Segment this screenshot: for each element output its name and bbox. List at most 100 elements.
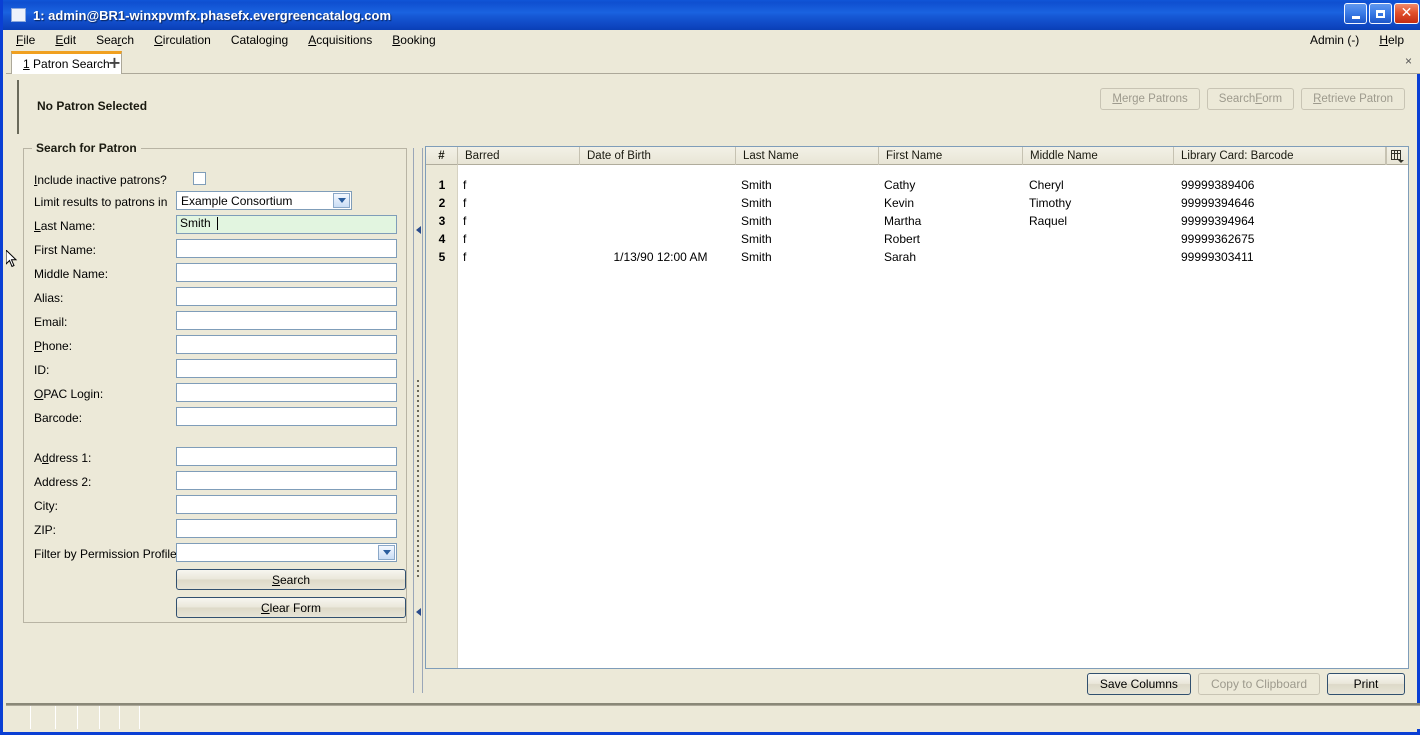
chevron-down-icon xyxy=(378,545,395,560)
zip-input[interactable] xyxy=(176,519,397,538)
menu-circulation[interactable]: Circulation xyxy=(144,31,221,49)
results-list[interactable]: 1 f Smith Cathy Cheryl 99999389406 2 f S… xyxy=(426,165,1408,668)
address-1-input[interactable] xyxy=(176,447,397,466)
limit-results-select[interactable]: Example Consortium xyxy=(176,191,352,210)
label-address-2: Address 2: xyxy=(34,475,92,489)
last-name-input[interactable]: Smith xyxy=(176,215,397,234)
table-row[interactable]: 3 f Smith Martha Raquel 99999394964 xyxy=(426,212,1408,230)
middle-name-input[interactable] xyxy=(176,263,397,282)
menu-cataloging[interactable]: Cataloging xyxy=(221,31,298,49)
search-form-button[interactable]: Search Form xyxy=(1206,88,1295,110)
clear-form-button[interactable]: Clear Form xyxy=(176,597,406,618)
label-opac-login: OPAC Login: xyxy=(34,387,104,401)
splitter-collapse-top-icon[interactable] xyxy=(414,226,422,234)
column-header-barred[interactable]: Barred xyxy=(458,147,580,165)
column-header-num[interactable]: # xyxy=(426,147,458,165)
label-limit-results: Limit results to patrons in xyxy=(34,195,168,209)
retrieve-patron-button[interactable]: Retrieve Patron xyxy=(1301,88,1405,110)
column-header-middle-name[interactable]: Middle Name xyxy=(1023,147,1174,165)
limit-results-value: Example Consortium xyxy=(181,193,293,208)
window-controls: ✕ xyxy=(1344,3,1419,24)
maximize-button[interactable] xyxy=(1369,3,1392,24)
close-tab-button[interactable]: × xyxy=(1405,54,1412,68)
column-header-first-name[interactable]: First Name xyxy=(879,147,1023,165)
row-address-1: Address 1: xyxy=(24,447,408,471)
status-cell xyxy=(100,706,120,729)
row-alias: Alias: xyxy=(24,287,408,311)
label-last-name: Last Name: xyxy=(34,219,96,233)
menu-help[interactable]: Help xyxy=(1369,31,1414,49)
label-alias: Alias: xyxy=(34,291,64,305)
search-group-title: Search for Patron xyxy=(32,141,141,155)
application-window: 1: admin@BR1-winxpvmfx.phasefx.evergreen… xyxy=(0,0,1420,735)
status-bar xyxy=(6,705,1420,729)
menu-search[interactable]: Search xyxy=(86,31,144,49)
save-columns-button[interactable]: Save Columns xyxy=(1086,673,1191,695)
splitter-line-right xyxy=(422,148,423,693)
column-picker-icon[interactable] xyxy=(1386,147,1408,165)
cell-middle-name: Timothy xyxy=(1029,196,1072,210)
status-cell xyxy=(56,706,78,729)
add-tab-button[interactable]: + xyxy=(105,53,124,72)
menu-booking[interactable]: Booking xyxy=(382,31,445,49)
column-header-date-of-birth[interactable]: Date of Birth xyxy=(580,147,736,165)
cell-first-name: Kevin xyxy=(884,196,915,210)
alias-input[interactable] xyxy=(176,287,397,306)
print-button[interactable]: Print xyxy=(1327,673,1405,695)
cell-num: 5 xyxy=(438,250,446,264)
cell-num: 4 xyxy=(438,232,446,246)
city-input[interactable] xyxy=(176,495,397,514)
cell-date-of-birth: 1/13/90 12:00 AM xyxy=(613,250,708,264)
splitter-grip[interactable] xyxy=(417,380,419,580)
panel-splitter[interactable] xyxy=(411,148,425,693)
menu-edit[interactable]: Edit xyxy=(45,31,86,49)
id-input[interactable] xyxy=(176,359,397,378)
cell-first-name: Martha xyxy=(884,214,922,228)
status-cell xyxy=(140,706,1420,729)
last-name-value: Smith xyxy=(180,216,211,230)
label-id: ID: xyxy=(34,363,50,377)
phone-input[interactable] xyxy=(176,335,397,354)
email-input[interactable] xyxy=(176,311,397,330)
permission-profile-select[interactable] xyxy=(176,543,397,562)
title-bar: 1: admin@BR1-winxpvmfx.phasefx.evergreen… xyxy=(3,0,1420,30)
minimize-button[interactable] xyxy=(1344,3,1367,24)
table-row[interactable]: 2 f Smith Kevin Timothy 99999394646 xyxy=(426,194,1408,212)
column-picker-glyph xyxy=(1391,149,1404,163)
row-first-name: First Name: xyxy=(24,239,408,263)
table-row[interactable]: 1 f Smith Cathy Cheryl 99999389406 xyxy=(426,176,1408,194)
row-city: City: xyxy=(24,495,408,519)
search-button[interactable]: Search xyxy=(176,569,406,590)
cell-barcode: 99999303411 xyxy=(1181,250,1254,264)
splitter-collapse-bottom-icon[interactable] xyxy=(414,608,422,616)
close-icon: ✕ xyxy=(1400,5,1413,21)
cell-date-of-birth xyxy=(583,194,738,212)
close-button[interactable]: ✕ xyxy=(1394,3,1419,24)
cell-middle-name xyxy=(1029,230,1179,248)
include-inactive-checkbox[interactable] xyxy=(193,172,206,185)
status-cell xyxy=(120,706,140,729)
copy-to-clipboard-button[interactable]: Copy to Clipboard xyxy=(1197,673,1320,695)
table-row[interactable]: 4 f Smith Robert 99999362675 xyxy=(426,230,1408,248)
column-header-library-card-barcode[interactable]: Library Card: Barcode xyxy=(1174,147,1386,165)
patron-header-bar: No Patron Selected Merge Patrons Search … xyxy=(17,80,1409,134)
cell-barred: f xyxy=(463,250,467,264)
cell-last-name: Smith xyxy=(741,250,772,264)
barcode-input[interactable] xyxy=(176,407,397,426)
first-name-input[interactable] xyxy=(176,239,397,258)
address-2-input[interactable] xyxy=(176,471,397,490)
opac-login-input[interactable] xyxy=(176,383,397,402)
column-header-last-name[interactable]: Last Name xyxy=(736,147,879,165)
row-opac-login: OPAC Login: xyxy=(24,383,408,407)
menu-acquisitions[interactable]: Acquisitions xyxy=(298,31,382,49)
table-row[interactable]: 5 f 1/13/90 12:00 AM Smith Sarah 9999930… xyxy=(426,248,1408,266)
clear-form-button-label: Clear Form xyxy=(260,600,321,615)
cell-first-name: Cathy xyxy=(884,178,916,192)
menu-admin[interactable]: Admin (-) xyxy=(1300,31,1369,49)
cell-num: 2 xyxy=(438,196,446,210)
search-panel: Search for Patron Include inactive patro… xyxy=(17,140,413,695)
row-zip: ZIP: xyxy=(24,519,408,543)
menu-file[interactable]: File xyxy=(6,31,45,49)
cell-last-name: Smith xyxy=(741,214,772,228)
merge-patrons-button[interactable]: Merge Patrons xyxy=(1100,88,1200,110)
